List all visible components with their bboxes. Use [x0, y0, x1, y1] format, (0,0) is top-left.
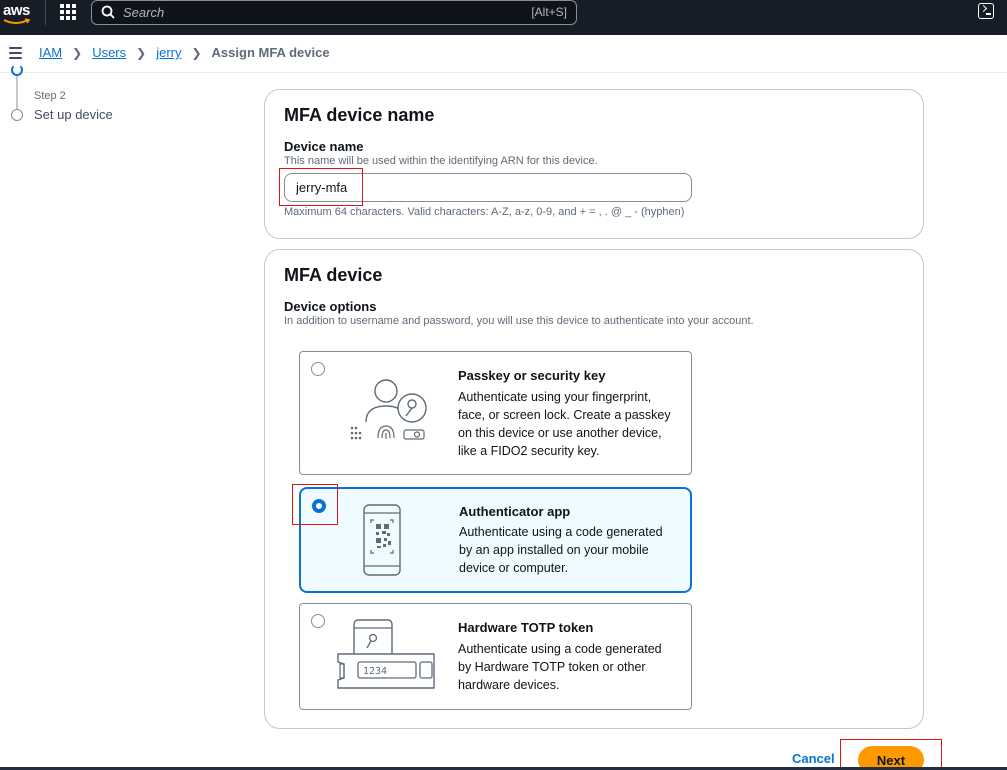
hardware-totp-title: Hardware TOTP token: [458, 620, 594, 635]
breadcrumb-jerry[interactable]: jerry: [156, 45, 181, 60]
breadcrumb-current: Assign MFA device: [211, 45, 330, 60]
device-name-description: This name will be used within the identi…: [284, 155, 598, 167]
authenticator-app-title: Authenticator app: [459, 504, 571, 519]
device-name-container: MFA device name Device name This name wi…: [264, 89, 924, 239]
authenticator-app-illustration-icon: [363, 504, 401, 576]
passkey-illustration-icon: [350, 379, 427, 440]
services-menu-icon[interactable]: [60, 4, 76, 20]
cancel-button[interactable]: Cancel: [792, 751, 835, 766]
chevron-right-icon: ❯: [136, 45, 147, 60]
breadcrumb: IAM ❯ Users ❯ jerry ❯ Assign MFA device: [39, 45, 330, 60]
top-navigation: aws Search [Alt+S]: [0, 0, 1007, 35]
passkey-description: Authenticate using your fingerprint, fac…: [458, 390, 671, 458]
step-connector: [16, 76, 18, 110]
device-options-label: Device options: [284, 299, 377, 314]
step-label: Step 2: [34, 90, 66, 102]
device-name-label: Device name: [284, 139, 364, 154]
step-1-indicator: [11, 64, 23, 76]
hardware-totp-description: Authenticate using a code generated by H…: [458, 642, 662, 692]
token-display-text: 1234: [363, 666, 387, 677]
chevron-right-icon: ❯: [191, 45, 202, 60]
chevron-right-icon: ❯: [72, 45, 83, 60]
aws-logo[interactable]: aws: [2, 2, 34, 30]
option-passkey[interactable]: Passkey or security key Authenticate usi…: [299, 351, 692, 475]
nav-divider: [45, 0, 46, 25]
search-input[interactable]: Search [Alt+S]: [91, 0, 577, 25]
device-name-section-title: MFA device name: [284, 105, 435, 125]
passkey-radio[interactable]: [311, 362, 325, 376]
hamburger-menu-icon[interactable]: [9, 47, 22, 59]
breadcrumb-iam[interactable]: IAM: [39, 45, 62, 60]
step-2-indicator: [11, 109, 23, 121]
hardware-token-illustration-icon: 1234: [337, 619, 435, 689]
device-name-constraint: Maximum 64 characters. Valid characters:…: [284, 206, 685, 218]
search-shortcut: [Alt+S]: [531, 5, 567, 19]
search-placeholder: Search: [123, 5, 165, 20]
next-button-highlight: [840, 739, 942, 770]
hardware-totp-radio[interactable]: [311, 614, 325, 628]
breadcrumb-users[interactable]: Users: [92, 45, 126, 60]
mfa-device-container: MFA device Device options In addition to…: [264, 249, 924, 729]
aws-logo-text: aws: [3, 2, 30, 19]
cloudshell-icon[interactable]: [978, 3, 994, 19]
mfa-device-section-title: MFA device: [284, 265, 383, 285]
step-title: Set up device: [34, 107, 113, 122]
aws-smile-icon: [3, 18, 31, 24]
authenticator-radio-highlight: [292, 484, 338, 525]
device-options-description: In addition to username and password, yo…: [284, 315, 754, 327]
authenticator-app-description: Authenticate using a code generated by a…: [459, 525, 663, 575]
option-hardware-totp[interactable]: 1234 Hardware TOTP token Authenticate us…: [299, 603, 692, 710]
device-name-highlight: [279, 168, 363, 206]
passkey-title: Passkey or security key: [458, 368, 606, 383]
search-icon: [101, 5, 115, 19]
breadcrumb-bar: IAM ❯ Users ❯ jerry ❯ Assign MFA device: [0, 35, 1007, 73]
option-authenticator-app[interactable]: Authenticator app Authenticate using a c…: [299, 487, 692, 593]
